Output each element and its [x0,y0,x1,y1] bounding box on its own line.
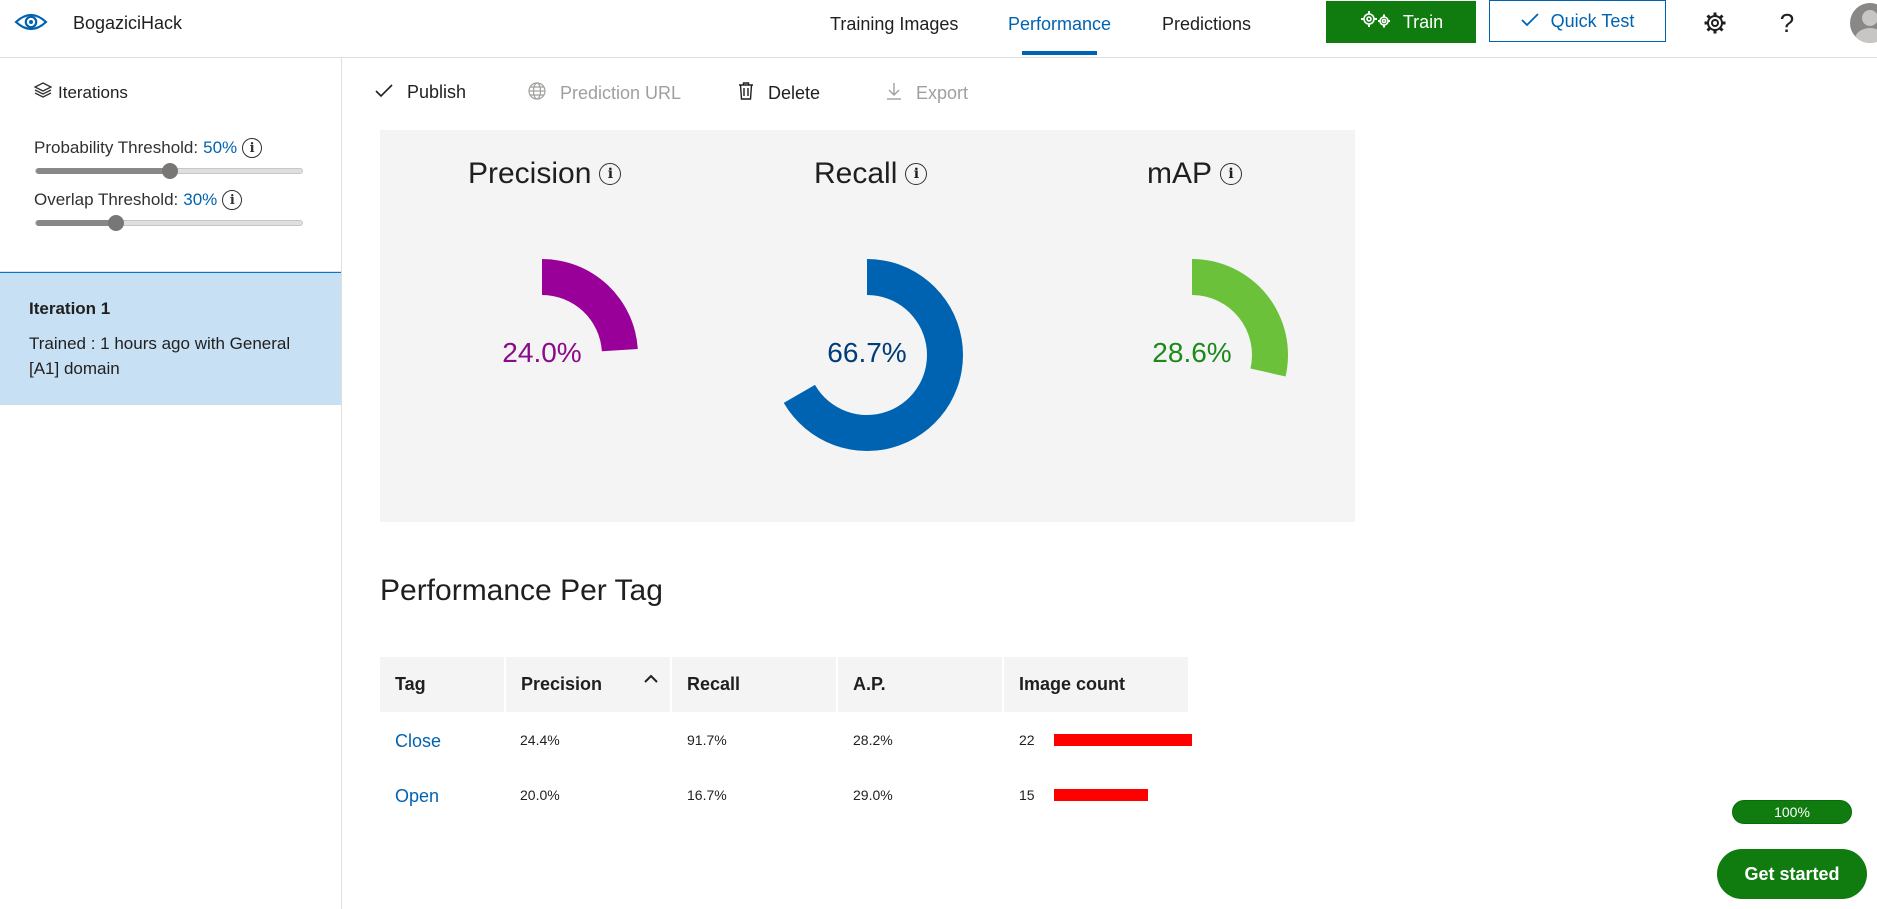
cell-ap: 29.0% [853,787,893,803]
prediction-url-button[interactable]: Prediction URL [528,82,681,105]
overlap-threshold-label: Overlap Threshold: 30% i [34,190,243,210]
slider-thumb[interactable] [108,215,125,231]
overlap-threshold-text: Overlap Threshold: [34,190,179,209]
progress-indicator[interactable]: 100% [1732,800,1852,824]
column-header-ap[interactable]: A.P. [838,657,1002,712]
app-name[interactable]: BogaziciHack [73,13,182,34]
export-label: Export [916,83,969,103]
overlap-threshold-value: 30% [183,190,218,209]
tag-link-close[interactable]: Close [395,731,441,752]
precision-header-label: Precision [521,674,603,694]
question-icon[interactable]: ? [1772,8,1802,38]
metrics-panel: Precision i Recall i mAP i 24.0% 66.7% 2… [380,130,1355,522]
performance-per-tag-title: Performance Per Tag [380,574,663,607]
quick-test-button[interactable]: Quick Test [1489,0,1666,42]
tab-predictions[interactable]: Predictions [1162,14,1251,35]
column-header-precision[interactable]: Precision [506,657,670,712]
quick-test-label: Quick Test [1550,10,1635,31]
recall-value: 66.7% [827,337,907,368]
column-header-recall[interactable]: Recall [672,657,836,712]
image-count-bar [1054,789,1149,801]
slider-fill [36,168,170,174]
image-count-bar [1054,734,1192,746]
get-started-button[interactable]: Get started [1717,849,1867,899]
probability-threshold-slider[interactable] [35,163,303,179]
cell-precision: 20.0% [520,787,560,803]
download-icon [886,82,902,105]
iterations-label: Iterations [58,82,128,102]
layers-icon [33,82,53,103]
iteration-title: Iteration 1 [29,299,111,318]
overlap-threshold-slider[interactable] [35,215,303,231]
delete-label: Delete [768,83,821,103]
train-button[interactable]: Train [1326,1,1476,43]
iteration-description: Trained : 1 hours ago with General [A1] … [29,334,291,378]
top-bar: BogaziciHack Training Images Performance… [0,0,1877,58]
metric-gauges [542,259,1288,451]
column-header-image-count[interactable]: Image count [1004,657,1188,712]
precision-value: 24.0% [502,337,582,368]
probability-threshold-value: 50% [203,138,238,157]
probability-threshold-text: Probability Threshold: [34,138,199,157]
slider-thumb[interactable] [162,163,178,179]
avatar[interactable] [1850,3,1877,43]
active-tab-indicator [1022,51,1097,55]
prediction-url-label: Prediction URL [560,83,682,103]
info-icon[interactable]: i [242,138,263,158]
cell-precision: 24.4% [520,732,560,748]
cell-recall: 16.7% [687,787,727,803]
column-header-tag[interactable]: Tag [380,657,504,712]
iteration-item[interactable]: Iteration 1 Trained : 1 hours ago with G… [0,272,341,405]
cell-image-count: 22 [1019,732,1035,748]
publish-label: Publish [407,82,467,102]
info-icon[interactable]: i [222,190,243,210]
eye-logo-icon[interactable] [14,8,48,41]
gear-icon[interactable] [1700,8,1730,38]
train-label: Train [1402,11,1444,32]
checkmark-icon [375,82,393,103]
slider-fill [36,220,117,226]
iterations-header[interactable]: Iterations [33,82,128,103]
delete-button[interactable]: Delete [738,82,820,105]
gears-icon [1359,10,1393,35]
tab-performance[interactable]: Performance [1008,14,1111,35]
tag-link-open[interactable]: Open [395,786,439,807]
probability-threshold-label: Probability Threshold: 50% i [34,138,263,158]
cell-recall: 91.7% [687,732,727,748]
cell-ap: 28.2% [853,732,893,748]
publish-button[interactable]: Publish [375,82,466,103]
tab-training-images[interactable]: Training Images [830,14,958,35]
cell-image-count: 15 [1019,787,1035,803]
sidebar: Iterations Probability Threshold: 50% i … [0,58,342,909]
export-button[interactable]: Export [886,82,968,105]
checkmark-icon [1521,11,1539,32]
trash-icon [738,82,754,105]
map-value: 28.6% [1152,337,1232,368]
globe-icon [528,82,546,105]
sort-ascending-icon[interactable] [644,671,658,689]
